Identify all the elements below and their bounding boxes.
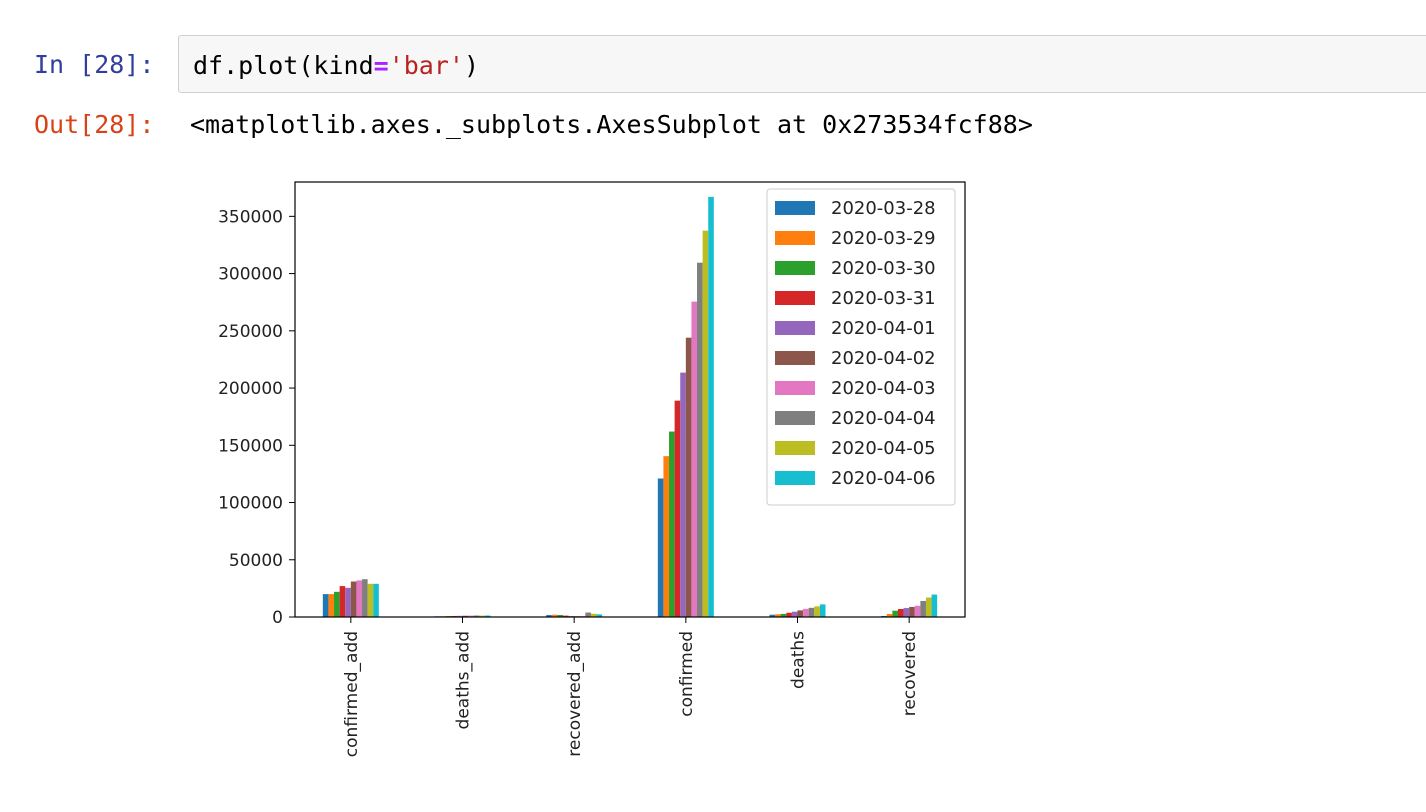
bar [350,581,357,617]
x-tick-label: deaths [789,631,809,689]
legend-label: 2020-04-04 [831,408,936,429]
bar [925,597,932,617]
bar [797,610,804,617]
y-tick-label: 100000 [218,494,283,514]
bar-chart: 0 50000 100000 150000 200000 250000 300000 3500… [218,181,966,757]
bar [697,262,703,617]
bar [685,337,692,617]
bar [373,583,379,617]
bar [786,612,792,617]
x-axis: confirmed_add deaths_add recovered_add conf… [342,617,920,757]
bar [339,586,346,617]
y-tick-label: 350000 [218,207,283,227]
legend-swatch [775,381,815,395]
legend-swatch [775,291,815,305]
legend: 2020-03-28 2020-03-29 2020-03-30 2020-03-31… [766,188,956,506]
legend-swatch [775,411,815,425]
bar [322,594,329,617]
x-tick-label: deaths_add [454,631,474,729]
legend-label: 2020-03-28 [831,198,936,219]
bar [691,301,698,618]
legend-swatch [775,261,815,275]
legend-label: 2020-04-01 [831,318,936,339]
bar [897,608,904,617]
bar [914,605,921,617]
bar [791,611,798,617]
bar [680,372,686,617]
bar [657,478,664,617]
y-tick-label: 0 [272,608,283,628]
bar [663,456,670,617]
bar [892,610,898,617]
legend-label: 2020-04-03 [831,378,936,399]
bar [909,606,915,617]
legend-label: 2020-04-06 [831,468,936,489]
bar [931,594,938,617]
legend-label: 2020-04-05 [831,438,936,459]
y-tick-label: 150000 [218,436,283,456]
bar [585,612,591,617]
bar [328,594,335,617]
bar [367,583,374,617]
bar [362,579,368,617]
bar [356,580,363,617]
y-tick-label: 200000 [218,379,283,399]
legend-label: 2020-04-02 [831,348,936,369]
bar [669,431,675,617]
y-tick-label: 50000 [229,551,283,571]
legend-label: 2020-03-30 [831,258,936,279]
y-axis: 0 50000 100000 150000 200000 250000 300000 3500… [218,207,295,628]
bar [814,606,820,617]
y-tick-label: 300000 [218,265,283,285]
legend-swatch [775,201,815,215]
bar [819,604,826,617]
bar [674,400,681,617]
bar [345,587,351,617]
legend-swatch [775,441,815,455]
x-tick-label: confirmed [677,631,697,717]
bar [920,600,926,617]
bar [803,608,809,617]
legend-label: 2020-03-29 [831,228,936,249]
x-tick-label: confirmed_add [342,631,362,757]
x-tick-label: recovered_add [565,631,585,757]
legend-label: 2020-03-31 [831,288,936,309]
y-tick-label: 250000 [218,322,283,342]
bar [808,607,815,617]
bar [702,230,709,617]
x-tick-label: recovered [900,631,920,716]
bar [903,608,910,617]
legend-swatch [775,351,815,365]
legend-swatch [775,321,815,335]
bar [334,591,340,617]
legend-swatch [775,231,815,245]
bar [708,196,714,617]
legend-swatch [775,471,815,485]
